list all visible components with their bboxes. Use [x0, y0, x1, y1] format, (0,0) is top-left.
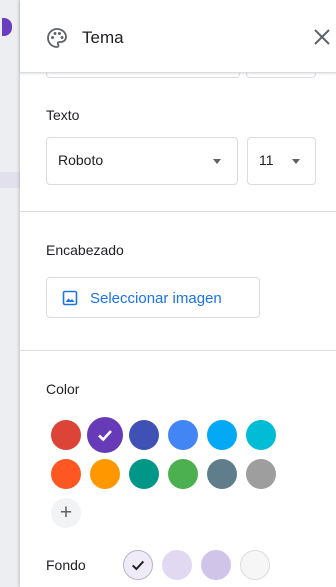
theme-color-swatch[interactable] [207, 459, 237, 489]
check-icon [131, 560, 145, 571]
font-select[interactable]: Roboto [46, 137, 238, 185]
background-swatch[interactable] [201, 550, 231, 580]
form-accent-edge [2, 18, 12, 36]
divider [20, 211, 336, 212]
color-section-label: Color [46, 381, 80, 397]
header-section-label: Encabezado [46, 242, 124, 258]
palette-icon [47, 28, 67, 48]
form-band [0, 172, 20, 188]
text-section-label: Texto [46, 107, 80, 123]
background-swatch[interactable] [240, 550, 270, 580]
theme-color-swatch[interactable] [207, 420, 237, 450]
theme-color-swatch[interactable] [129, 459, 159, 489]
check-icon [98, 430, 112, 442]
close-icon[interactable] [310, 25, 334, 49]
chevron-down-icon [213, 159, 221, 164]
add-custom-color-button[interactable]: + [51, 498, 81, 528]
chevron-down-icon [292, 159, 300, 164]
theme-color-swatch[interactable] [168, 420, 198, 450]
panel-title: Tema [82, 28, 124, 47]
theme-panel: Tema Texto Roboto 11 Encabezado Seleccio… [20, 0, 336, 587]
theme-color-swatch-selected[interactable] [87, 417, 123, 453]
image-icon [62, 290, 78, 306]
theme-color-swatch[interactable] [90, 459, 120, 489]
background-form-edge [0, 0, 20, 587]
font-select-value: Roboto [58, 152, 104, 168]
font-size-value: 11 [259, 152, 274, 168]
theme-color-swatch[interactable] [246, 459, 276, 489]
font-size-select[interactable]: 11 [247, 137, 316, 185]
plus-icon: + [59, 501, 73, 524]
background-label: Fondo [46, 557, 86, 573]
theme-color-swatch[interactable] [51, 459, 81, 489]
theme-color-swatch[interactable] [129, 420, 159, 450]
panel-header: Tema [20, 0, 336, 73]
theme-color-swatch[interactable] [51, 420, 81, 450]
divider [20, 350, 336, 351]
background-swatch[interactable] [162, 550, 192, 580]
select-image-label: Seleccionar imagen [90, 290, 222, 307]
theme-color-swatch[interactable] [246, 420, 276, 450]
select-image-button[interactable]: Seleccionar imagen [46, 277, 260, 318]
theme-color-swatch[interactable] [168, 459, 198, 489]
background-swatch-selected[interactable] [123, 550, 153, 580]
